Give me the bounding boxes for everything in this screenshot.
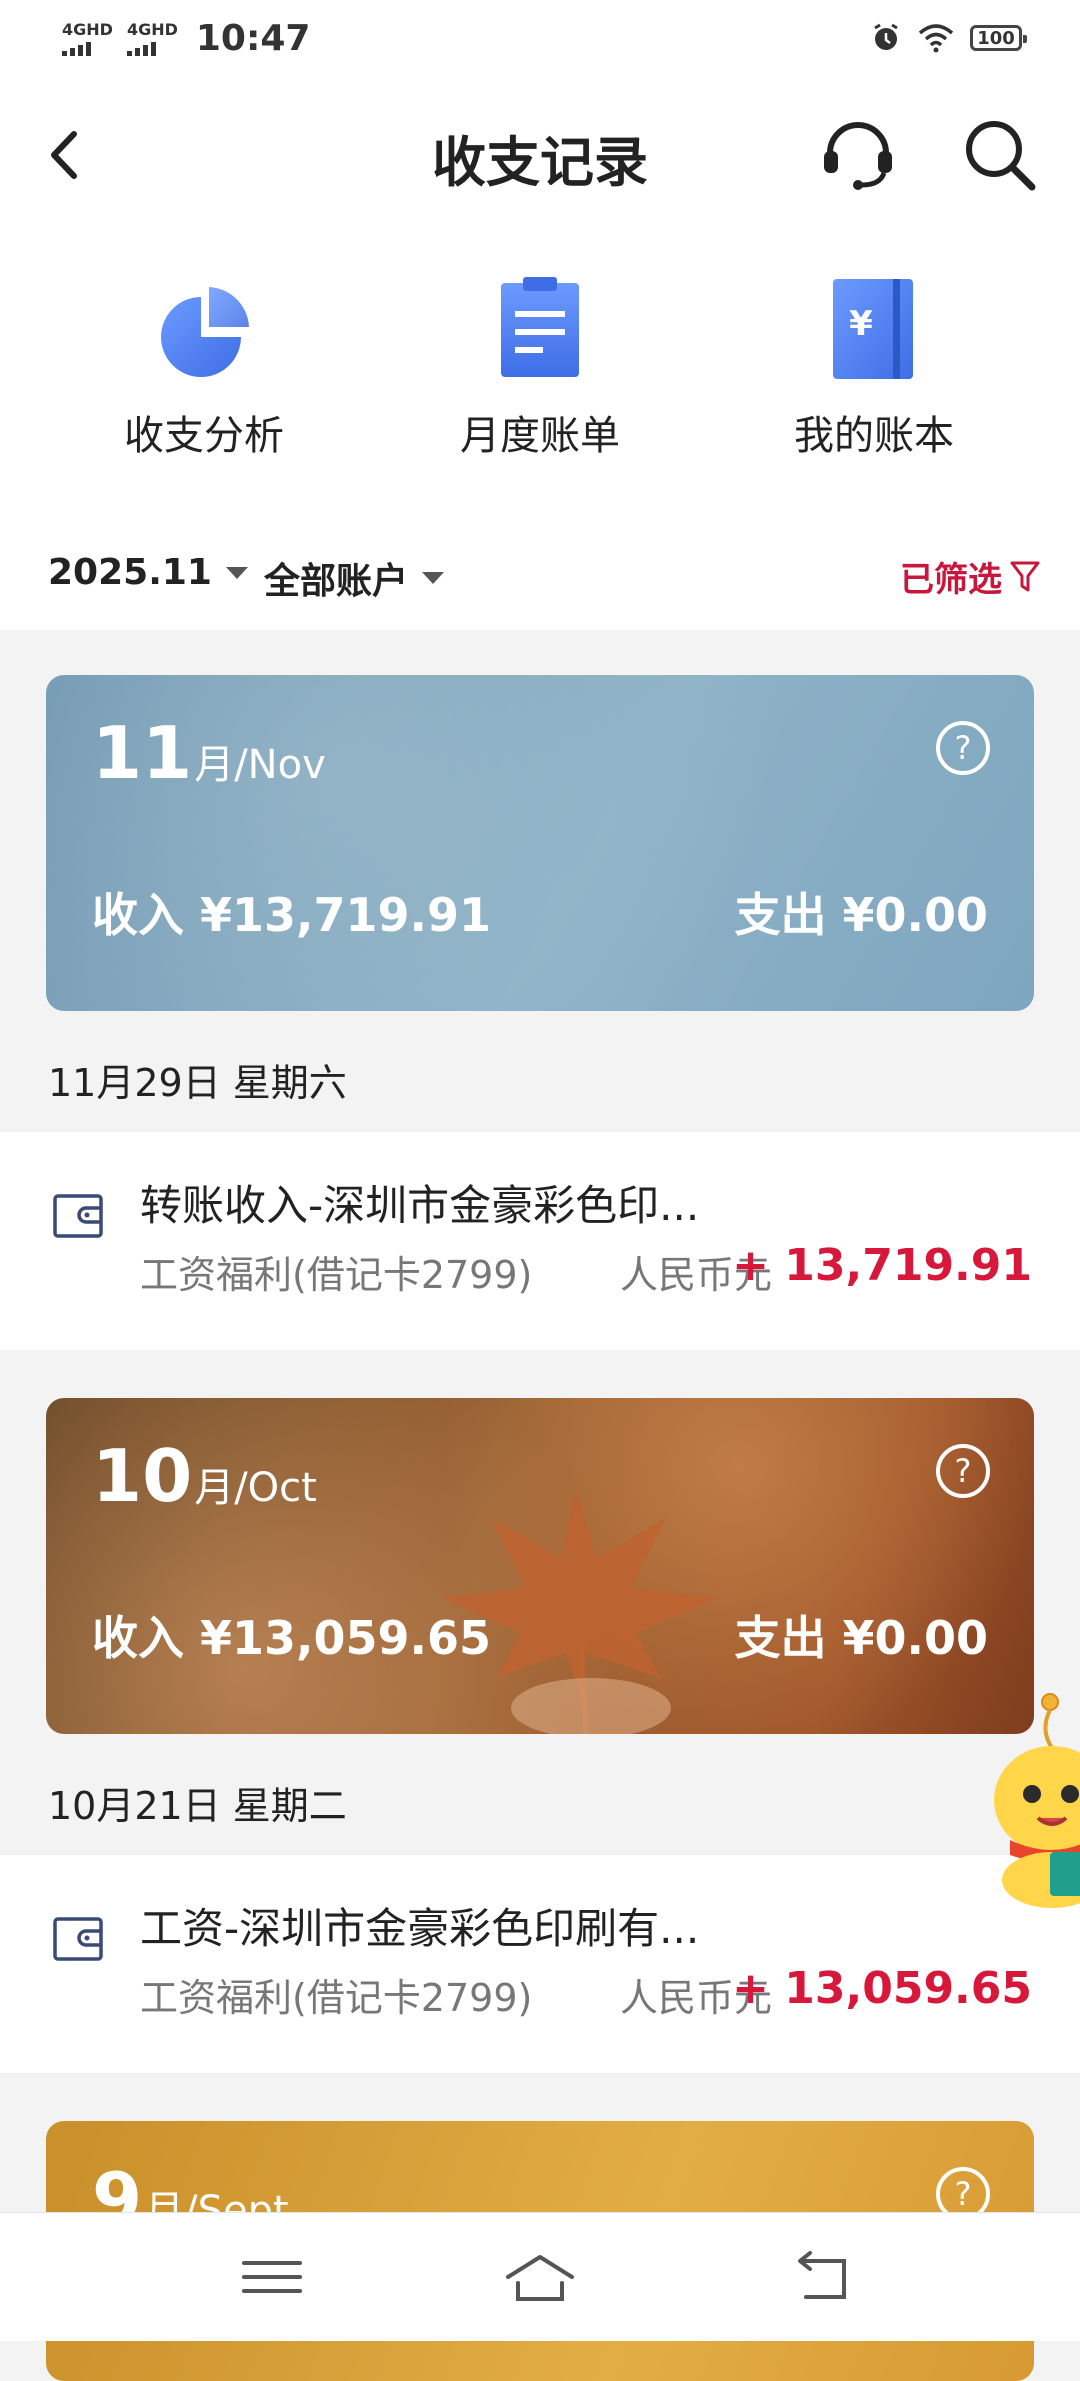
transaction-category: 工资福利(借记卡2799) [140, 1976, 533, 2020]
chevron-down-icon [422, 572, 445, 584]
network-type-label: 4GHD [126, 19, 178, 39]
ledger-book-icon: ¥ [833, 279, 913, 379]
chevron-down-icon [225, 566, 248, 579]
expense-total: 支出 ¥0.00 [734, 888, 988, 942]
signal-sim2: 4GHD [126, 19, 178, 56]
filter-bar: 2025.11 全部账户 已筛选 [0, 530, 1080, 630]
wallet-icon [53, 1194, 103, 1238]
signal-bars-icon [126, 40, 156, 56]
alarm-icon [874, 23, 898, 50]
svg-text:¥: ¥ [849, 304, 873, 344]
account-selector[interactable]: 全部账户 [264, 552, 445, 604]
transaction-row[interactable]: 转账收入-深圳市金豪彩色印... 工资福利(借记卡2799) 人民币元 + 13… [0, 1132, 1080, 1350]
date-header: 11月29日 星期六 [48, 1061, 347, 1105]
menu-icon[interactable] [232, 2247, 312, 2307]
back-nav-icon[interactable] [784, 2247, 864, 2307]
quick-action-label: 月度账单 [460, 413, 620, 459]
income-total: 收入 ¥13,719.91 [92, 888, 492, 942]
help-question-icon[interactable]: ? [934, 1442, 992, 1500]
wifi-icon [918, 24, 954, 53]
battery-level: 100 [977, 27, 1015, 49]
quick-action-label: 我的账本 [794, 413, 954, 459]
account-selector-value: 全部账户 [264, 561, 409, 602]
system-nav-bar [0, 2212, 1080, 2341]
app-header: 收支记录 [0, 80, 1080, 230]
month-summary-card-oct[interactable]: 10 月/Oct ? 收入 ¥13,059.65 支出 ¥0.00 [46, 1398, 1034, 1734]
transaction-name: 工资-深圳市金豪彩色印刷有... [140, 1904, 700, 1953]
quick-action-my-ledger[interactable]: ¥ 我的账本 [724, 275, 1024, 461]
transaction-row[interactable]: 工资-深圳市金豪彩色印刷有... 工资福利(借记卡2799) 人民币元 + 13… [0, 1855, 1080, 2073]
filter-funnel-icon [1010, 561, 1040, 591]
status-bar: 4GHD 4GHD 10:47 100 [0, 0, 1080, 80]
date-header: 10月21日 星期二 [48, 1784, 347, 1828]
floating-mascot-assistant[interactable] [980, 1690, 1080, 1910]
signal-sim1: 4GHD [62, 19, 113, 56]
month-selector-value: 2025.11 [48, 552, 212, 593]
help-question-icon[interactable]: ? [934, 719, 992, 777]
home-icon[interactable] [500, 2247, 580, 2307]
svg-text:?: ? [955, 729, 972, 767]
month-number: 10 [92, 1434, 193, 1518]
clock: 10:47 [195, 18, 311, 59]
maple-leaf-image [441, 1488, 716, 1734]
transaction-category: 工资福利(借记卡2799) [140, 1253, 533, 1297]
quick-actions: 收支分析 月度账单 ¥ 我的账本 [0, 230, 1080, 530]
quick-action-analysis[interactable]: 收支分析 [54, 275, 354, 461]
page-title: 收支记录 [432, 131, 648, 194]
pie-chart-icon [161, 287, 249, 377]
month-heading: 10 月/Oct [92, 1434, 317, 1518]
transaction-amount: + 13,059.65 [732, 1963, 1032, 2014]
customer-service-headset-icon[interactable] [818, 115, 898, 195]
month-heading: 11 月/Nov [92, 711, 326, 795]
month-suffix: 月/Oct [194, 1465, 317, 1511]
month-suffix: 月/Nov [194, 742, 326, 788]
svg-text:?: ? [955, 1452, 972, 1490]
wallet-icon [53, 1917, 103, 1961]
svg-text:?: ? [955, 2175, 972, 2213]
filter-label: 已筛选 [900, 560, 1002, 600]
filter-button[interactable]: 已筛选 [900, 552, 1040, 601]
network-type-label: 4GHD [62, 19, 113, 39]
income-total: 收入 ¥13,059.65 [92, 1611, 492, 1665]
quick-action-monthly-bill[interactable]: 月度账单 [390, 275, 690, 461]
transaction-name: 转账收入-深圳市金豪彩色印... [140, 1181, 700, 1230]
signal-bars-icon [62, 40, 91, 56]
clipboard-icon [501, 277, 579, 377]
month-number: 11 [92, 711, 193, 795]
quick-action-label: 收支分析 [124, 413, 284, 459]
battery-icon: 100 [970, 25, 1027, 51]
month-selector[interactable]: 2025.11 [48, 552, 248, 593]
transaction-amount: + 13,719.91 [732, 1240, 1032, 1291]
expense-total: 支出 ¥0.00 [734, 1611, 988, 1665]
month-summary-card-nov[interactable]: 11 月/Nov ? 收入 ¥13,719.91 支出 ¥0.00 [46, 675, 1034, 1011]
search-icon[interactable] [960, 115, 1040, 195]
